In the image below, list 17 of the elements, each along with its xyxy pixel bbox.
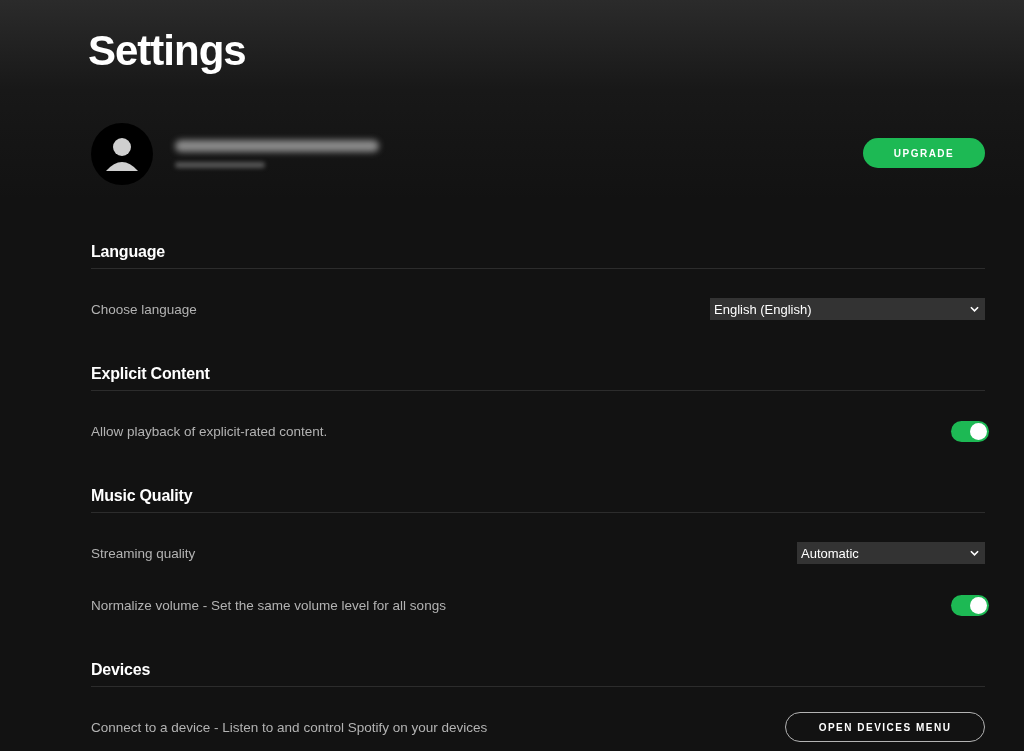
toggle-switch[interactable] [951,420,989,442]
chevron-down-icon [970,550,979,556]
setting-label: Connect to a device - Listen to and control Spotify on your devices [91,719,488,735]
setting-label: Allow playback of explicit-rated content. [91,423,328,439]
section-heading: Music Quality [91,487,985,513]
dropdown[interactable]: Automatic [797,542,985,564]
setting-label: Choose language [91,301,197,317]
section-heading: Explicit Content [91,365,985,391]
chevron-down-icon [970,306,979,312]
dropdown[interactable]: English (English) [710,298,985,320]
setting-label: Normalize volume - Set the same volume level for all songs [91,597,446,613]
section-heading: Devices [91,661,985,687]
section-heading: Language [91,243,985,269]
toggle-switch[interactable] [951,594,989,616]
setting-label: Streaming quality [91,545,196,561]
page-title: Settings [88,26,247,76]
avatar-icon [91,123,153,185]
